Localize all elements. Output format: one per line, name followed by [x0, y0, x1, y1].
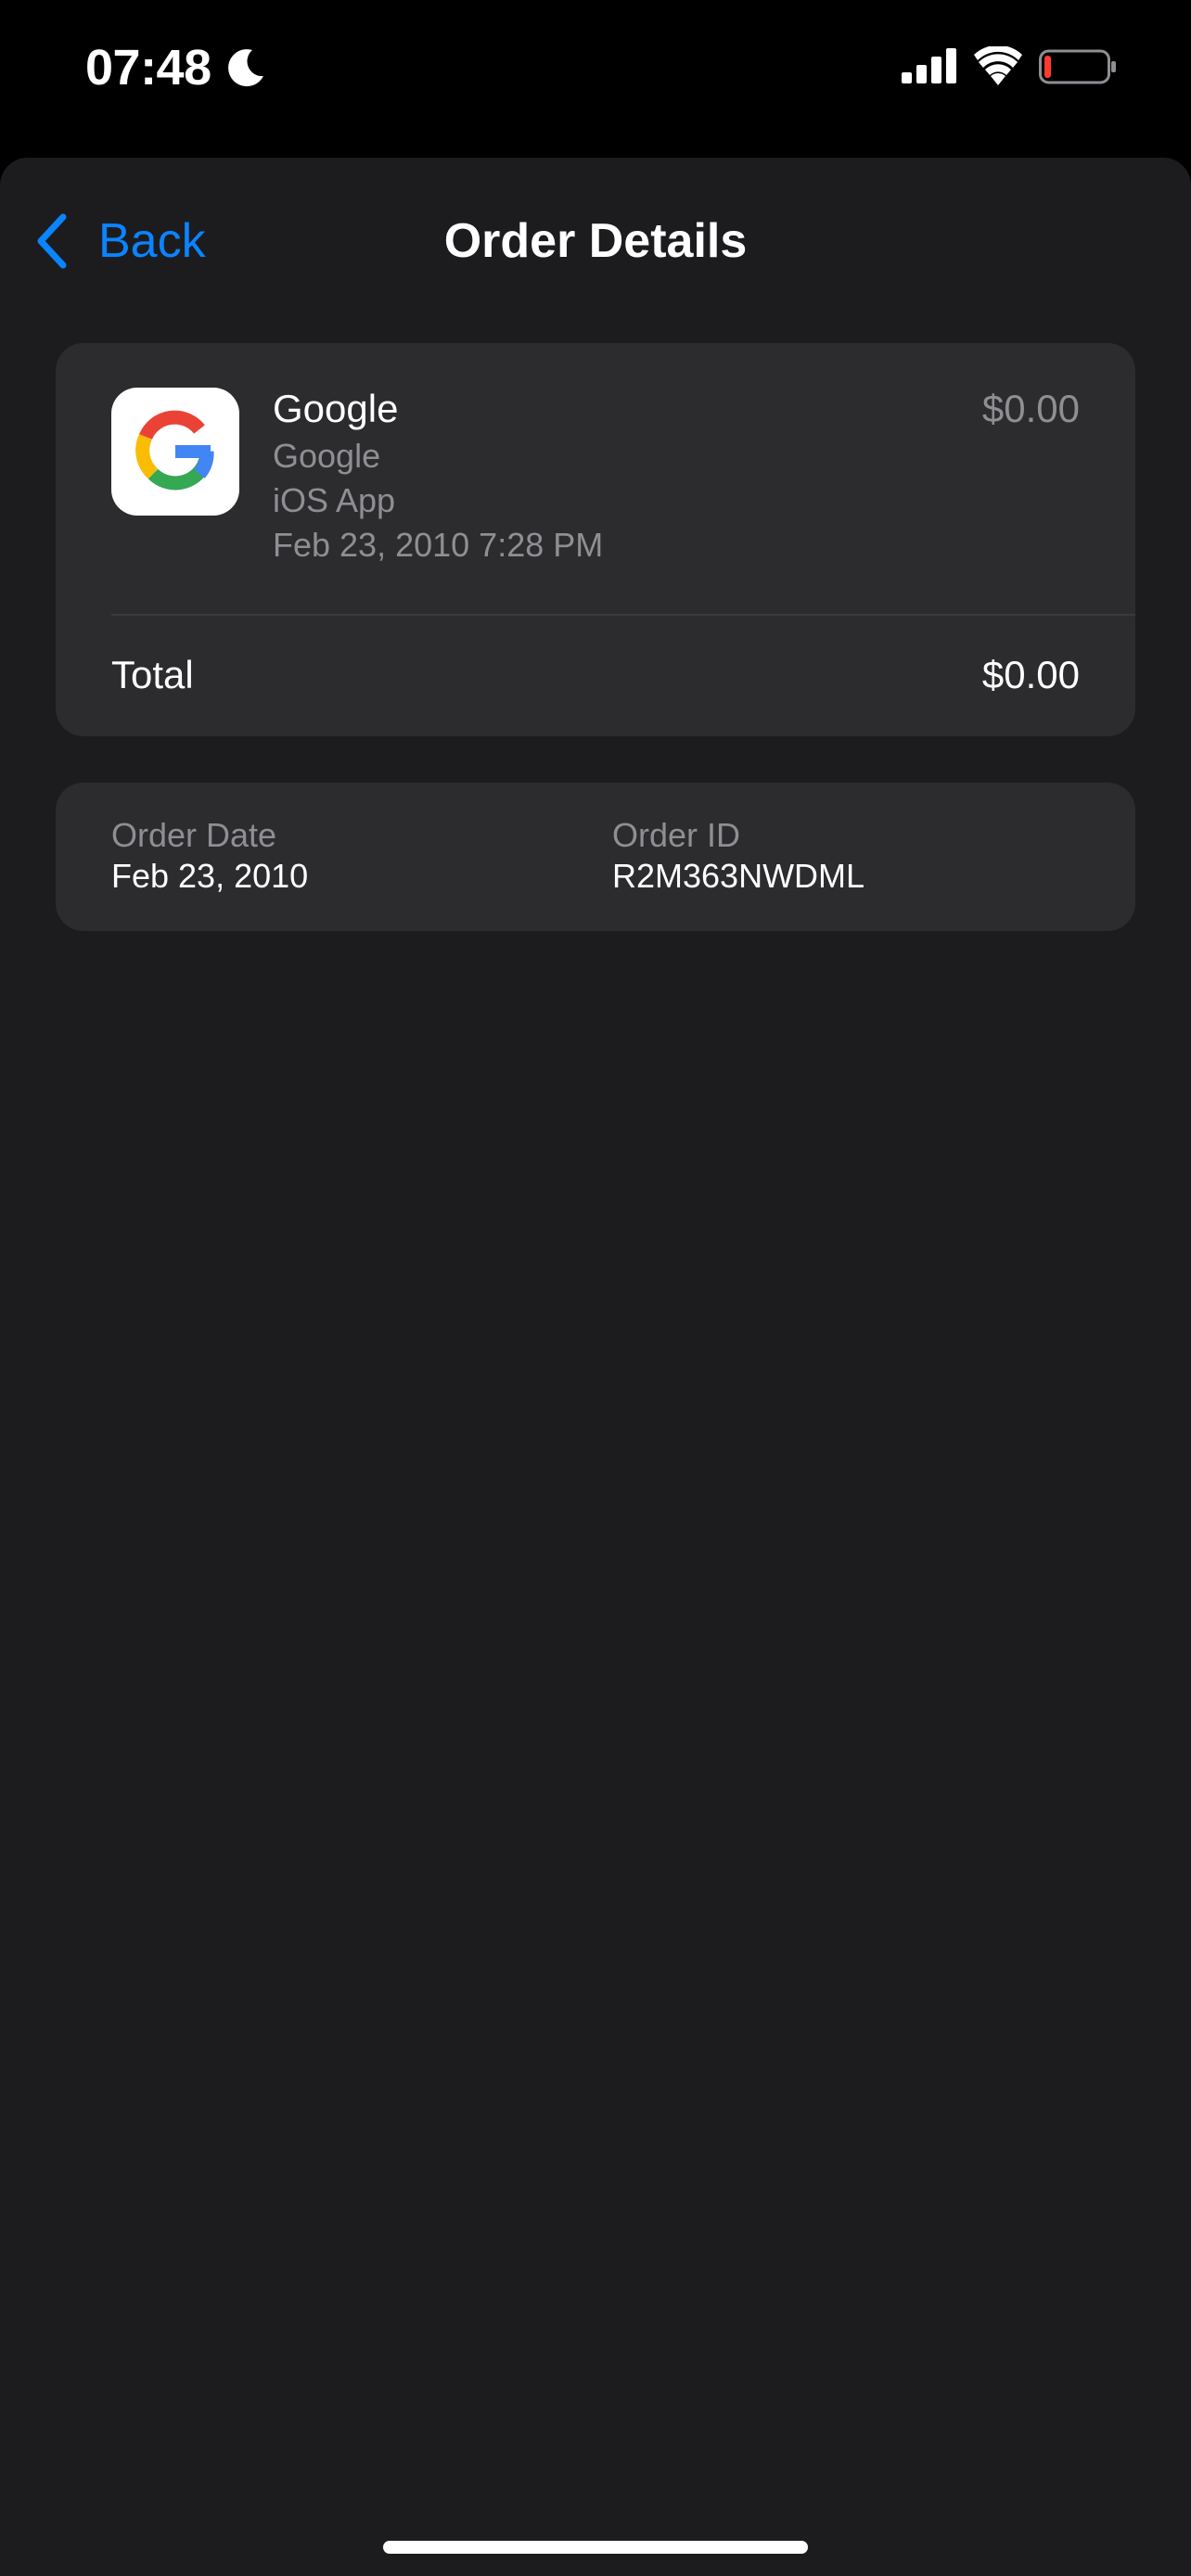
item-purchase-date: Feb 23, 2010 7:28 PM [273, 526, 604, 564]
status-bar: 07:48 [0, 0, 1191, 158]
order-info-card: Order Date Feb 23, 2010 Order ID R2M363N… [56, 783, 1135, 931]
item-name: Google [273, 387, 399, 430]
google-logo [135, 410, 214, 491]
total-value: $0.00 [981, 653, 1080, 696]
item-developer: Google [273, 437, 381, 475]
order-id-group: Order ID R2M363NWDML [612, 816, 864, 898]
order-id-label: Order ID [612, 816, 741, 854]
order-date-group: Order Date Feb 23, 2010 [111, 816, 308, 898]
wifi-icon [974, 46, 1022, 85]
home-indicator[interactable] [383, 2541, 808, 2554]
page-title: Order Details [443, 214, 748, 268]
cellular-signal-icon [902, 48, 956, 83]
battery-low-icon [1039, 49, 1116, 84]
item-type: iOS App [273, 481, 396, 519]
moon-icon [228, 49, 263, 87]
total-label: Total [111, 653, 194, 696]
purchase-card: Google Google iOS App Feb 23, 2010 7:28 … [56, 343, 1135, 736]
item-price: $0.00 [981, 387, 1080, 430]
google-g-icon[interactable] [111, 388, 239, 516]
order-id-value[interactable]: R2M363NWDML [612, 855, 864, 898]
navigation-bar: Back Order Details [0, 158, 1191, 315]
divider [111, 614, 1135, 616]
status-time: 07:48 [85, 40, 211, 96]
order-details-sheet: Back Order Details Google Google iOS App… [0, 158, 1191, 2576]
order-date-value: Feb 23, 2010 [111, 857, 309, 895]
order-date-label: Order Date [111, 816, 277, 854]
